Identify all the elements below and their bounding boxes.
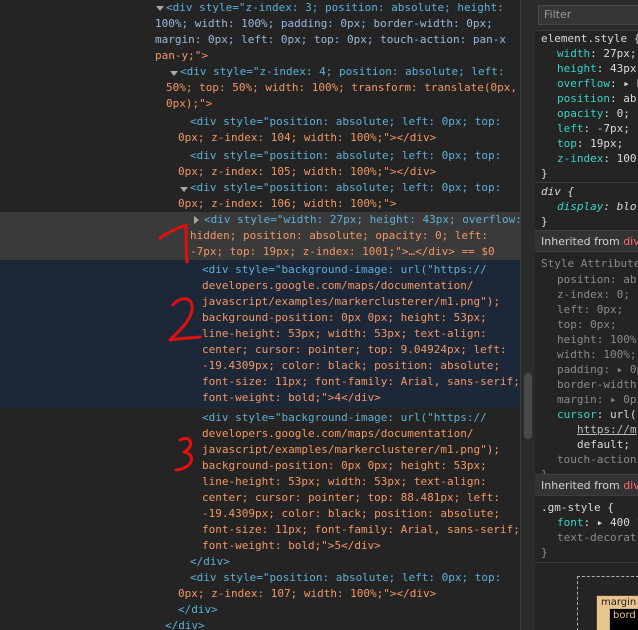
box-model-margin[interactable]: margin bord [596, 595, 638, 630]
filter-input[interactable]: Filter [538, 5, 638, 25]
elements-panel: <div style="z-index: 3; position: absolu… [0, 0, 520, 630]
dom-node-line[interactable]: developers.google.com/maps/documentation… [202, 278, 474, 294]
dom-node-line[interactable]: line-height: 53px; width: 53px; text-ali… [202, 326, 487, 342]
expand-arrow-icon[interactable] [170, 71, 178, 76]
dom-node-line[interactable]: <div style="position: absolute; left: 0p… [190, 148, 501, 164]
expand-arrow-icon[interactable] [156, 6, 164, 11]
css-declaration[interactable]: overflow: ▸ h [557, 76, 638, 91]
dom-node-line[interactable]: font-weight: bold;">5</div> [202, 538, 381, 554]
div-rule-selector: div { [541, 185, 575, 198]
selected-dom-node[interactable]: hidden; position: absolute; opacity: 0; … [190, 228, 488, 244]
dom-node-line[interactable]: font-size: 11px; font-family: Arial, san… [202, 374, 520, 390]
expand-arrow-icon[interactable] [180, 187, 188, 192]
dom-close-tag[interactable]: </div> [178, 602, 218, 618]
collapsed-arrow-icon[interactable] [194, 216, 199, 224]
dom-node-line[interactable]: javascript/examples/markerclusterer/m1.p… [202, 442, 500, 458]
dom-close-tag[interactable]: </div> [190, 554, 230, 570]
dom-node-line[interactable]: 0px; z-index: 104; width: 100%;"></div> [178, 130, 436, 146]
inherited-from-header[interactable]: Inherited from div [535, 230, 638, 252]
box-model-diagram: margin bord [577, 576, 638, 630]
css-declaration[interactable]: left: -7px; [557, 121, 630, 136]
css-declaration[interactable]: height: 43px [557, 61, 637, 76]
css-declaration[interactable]: z-index: 100 [557, 151, 636, 166]
css-declaration: height: 100% [557, 333, 637, 346]
css-declaration: position: ab [557, 273, 637, 286]
css-declaration: display: blo [557, 200, 637, 213]
style-attribute-label: Style Attribute [541, 257, 638, 270]
css-declaration: border-width [557, 378, 637, 391]
box-model-border-label: bord [613, 610, 636, 621]
css-declaration: padding: ▸ 0p [557, 363, 638, 376]
elements-scrollbar[interactable] [520, 0, 535, 630]
filter-bar: Filter [535, 0, 638, 31]
css-value-continuation: default; [577, 438, 630, 451]
css-declaration: font: ▸ 400 1 [557, 516, 638, 529]
dom-node-line[interactable]: pan-y;"> [155, 48, 208, 64]
dom-node-line[interactable]: background-position: 0px 0px; height: 53… [202, 310, 487, 326]
element-style-selector: element.style { [541, 32, 638, 45]
rule-close-brace: } [541, 546, 548, 559]
dom-node-line[interactable]: <div style="position: absolute; left: 0p… [190, 114, 501, 130]
dom-node-line[interactable]: 0px; z-index: 105; width: 100%;"></div> [178, 164, 436, 180]
css-declaration[interactable]: opacity: 0; [557, 106, 630, 121]
dom-node-line[interactable]: margin: 0px; left: 0px; top: 0px; touch-… [155, 32, 506, 48]
dom-node-line[interactable]: background-position: 0px 0px; height: 53… [202, 458, 487, 474]
styles-panel: Filter element.style { width: 27px; heig… [535, 0, 638, 630]
box-model-border[interactable]: bord [609, 608, 638, 630]
dom-node-line[interactable]: <div style="background-image: url("https… [202, 410, 487, 426]
dom-node-line[interactable]: <div style="position: absolute; left: 0p… [190, 180, 501, 196]
dom-node-line[interactable]: font-weight: bold;">4</div> [202, 390, 381, 406]
css-declaration[interactable]: position: ab [557, 91, 636, 106]
dom-node-line[interactable]: <div style="z-index: 4; position: absolu… [180, 64, 505, 80]
css-declaration: text-decorat [557, 531, 637, 544]
dom-node-line[interactable]: developers.google.com/maps/documentation… [202, 426, 474, 442]
box-model-margin-label: margin [601, 597, 637, 608]
css-declaration: width: 100%; [557, 348, 637, 361]
cursor-url-link[interactable]: https://m [577, 422, 637, 437]
css-declaration[interactable]: top: 19px; [557, 136, 623, 151]
dom-node-line[interactable]: center; cursor: pointer; top: 88.481px; … [202, 490, 500, 506]
rule-close-brace: } [541, 215, 548, 228]
css-declaration: top: 0px; [557, 318, 617, 331]
dom-node-line[interactable]: 50%; top: 50%; width: 100%; transform: t… [166, 80, 517, 96]
css-declaration: touch-action [557, 453, 637, 466]
dom-node-line[interactable]: <div style="background-image: url("https… [202, 262, 487, 278]
dom-node-line[interactable]: font-size: 11px; font-family: Arial, san… [202, 522, 520, 538]
divider [535, 562, 638, 563]
selected-dom-node[interactable]: <div style="width: 27px; height: 43px; o… [204, 212, 520, 228]
css-declaration[interactable]: width: 27px; [557, 46, 637, 61]
dom-node-line[interactable]: -19.4309px; color: black; position: abso… [202, 506, 500, 522]
dom-node-line[interactable]: <div style="position: absolute; left: 0p… [190, 570, 501, 586]
css-declaration: margin: ▸ 0px [557, 393, 638, 406]
selected-dom-node[interactable]: -7px; top: 19px; z-index: 1001;">…</div>… [190, 244, 495, 260]
css-declaration: cursor: url( [557, 408, 637, 421]
dom-node-line[interactable]: 100%; width: 100%; padding: 0px; border-… [155, 16, 493, 32]
dom-node-line[interactable]: -19.4309px; color: black; position: abso… [202, 358, 500, 374]
dom-node-line[interactable]: line-height: 53px; width: 53px; text-ali… [202, 474, 487, 490]
dom-node-line[interactable]: 0px; z-index: 106; width: 100%;"> [178, 196, 397, 212]
dom-node-line[interactable]: 0px);"> [166, 96, 212, 112]
css-declaration: z-index: 0; [557, 288, 630, 301]
divider [535, 182, 638, 183]
gm-style-selector: .gm-style { [541, 501, 614, 514]
inherited-from-header[interactable]: Inherited from div [535, 474, 638, 496]
dom-node-line[interactable]: <div style="z-index: 3; position: absolu… [166, 0, 504, 16]
dom-node-line[interactable]: javascript/examples/markerclusterer/m1.p… [202, 294, 500, 310]
dom-node-line[interactable]: 0px; z-index: 107; width: 100%;"></div> [178, 586, 436, 602]
css-declaration: left: 0px; [557, 303, 624, 316]
dom-close-tag[interactable]: </div> [165, 618, 205, 630]
dom-node-line[interactable]: center; cursor: pointer; top: 9.04924px;… [202, 342, 507, 358]
scrollbar-thumb[interactable] [524, 373, 532, 439]
rule-close-brace: } [541, 167, 548, 180]
